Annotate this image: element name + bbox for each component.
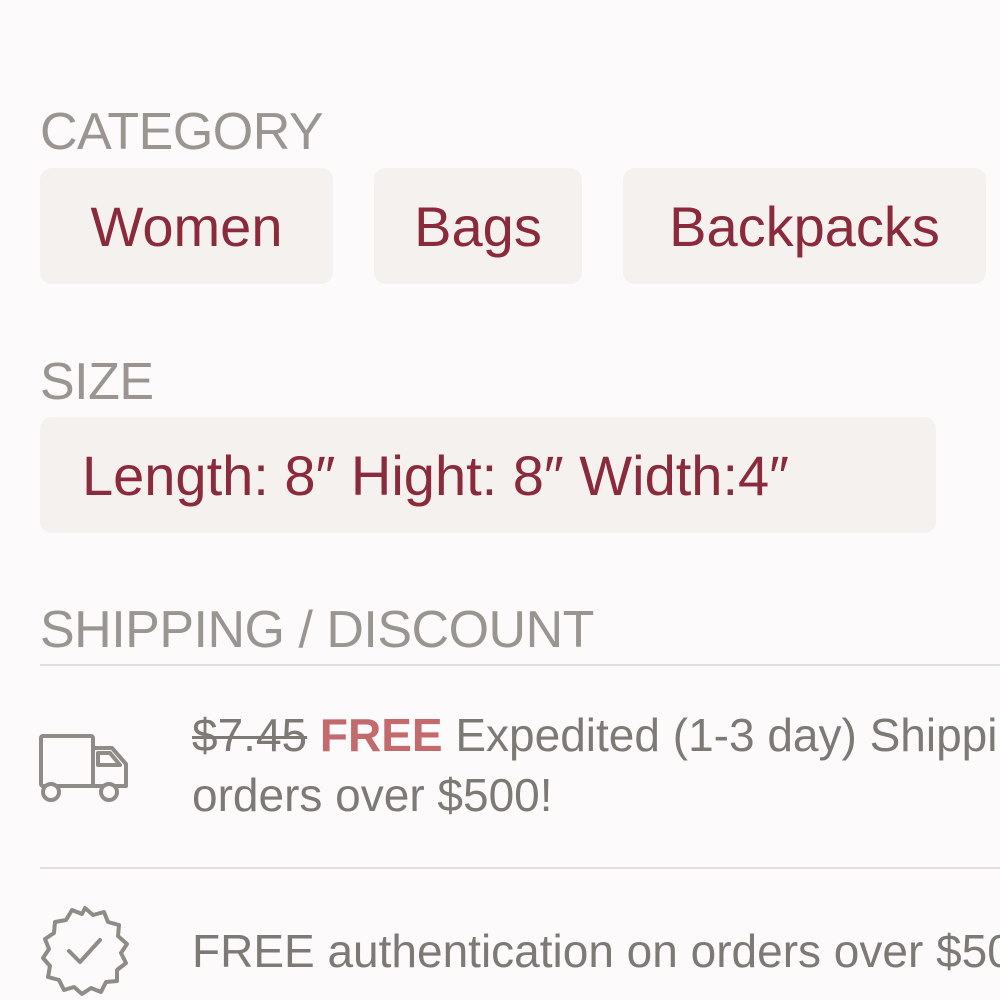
free-label: FREE xyxy=(319,709,443,761)
authentication-offer-text: FREE authentication on orders over $500! xyxy=(192,921,1000,981)
truck-icon xyxy=(38,728,132,809)
old-price: $7.45 xyxy=(192,709,308,761)
category-heading: CATEGORY xyxy=(40,103,324,161)
shipping-offer-line2: orders over $500! xyxy=(192,769,553,821)
divider xyxy=(40,664,1000,666)
divider xyxy=(40,867,1000,869)
category-chip-backpacks[interactable]: Backpacks xyxy=(623,168,986,284)
badge-check-icon xyxy=(38,904,132,1000)
authentication-offer: FREE authentication on orders over $500! xyxy=(192,925,1000,977)
category-chip-bags[interactable]: Bags xyxy=(374,168,582,284)
size-value: Length: 8″ Hight: 8″ Width:4″ xyxy=(40,417,936,533)
shipping-discount-heading: SHIPPING / DISCOUNT xyxy=(40,601,594,659)
size-heading: SIZE xyxy=(40,353,154,411)
category-chip-women[interactable]: Women xyxy=(40,168,333,284)
shipping-offer-text: $7.45 FREE Expedited (1-3 day) Shipping … xyxy=(192,705,1000,825)
shipping-offer-line1: Expedited (1-3 day) Shipping on xyxy=(455,709,1000,761)
